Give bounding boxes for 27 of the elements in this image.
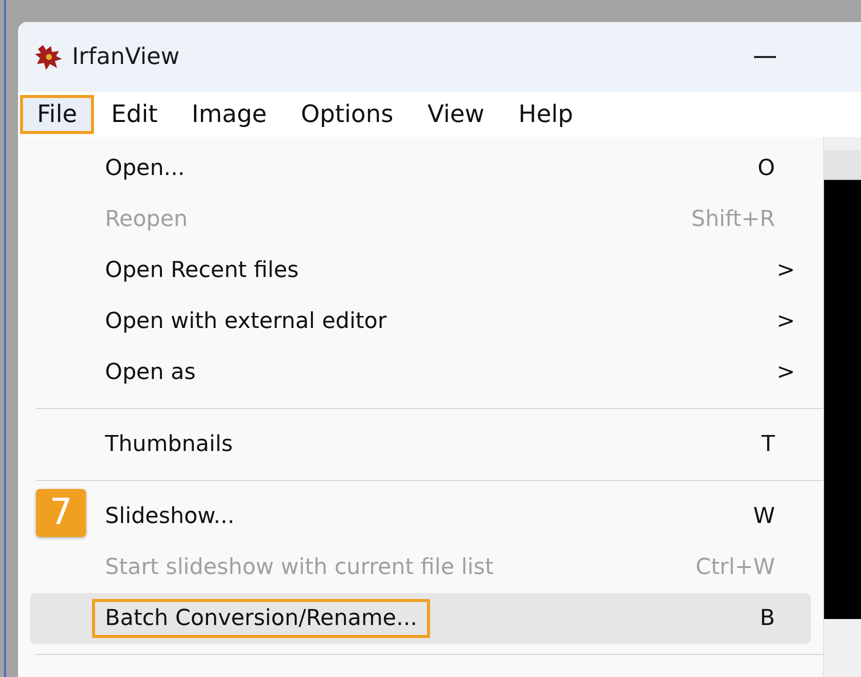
- submenu-arrow: >: [776, 257, 795, 285]
- menu-item[interactable]: View: [410, 95, 502, 134]
- shortcut-label: Ctrl+W: [696, 554, 775, 582]
- app-icon: [34, 43, 64, 71]
- menu-entry[interactable]: Open... O: [88, 143, 811, 194]
- menu-item[interactable]: File: [20, 95, 94, 134]
- shortcut-label: Shift+R: [691, 206, 775, 234]
- minimize-button[interactable]: [754, 56, 776, 58]
- menu-item[interactable]: Image: [174, 95, 284, 134]
- menu-entry[interactable]: Slideshow... W: [88, 491, 811, 542]
- shortcut-label: O: [758, 155, 775, 183]
- menu-item[interactable]: Edit: [94, 95, 175, 134]
- menu-item[interactable]: Options: [284, 95, 410, 134]
- submenu-arrow: >: [776, 308, 795, 336]
- highlight-frame: Batch Conversion/Rename...: [92, 599, 430, 638]
- shortcut-label: B: [760, 605, 775, 633]
- menu-entry[interactable]: Thumbnails T: [88, 419, 811, 470]
- menu-entry[interactable]: Open as >: [88, 347, 811, 398]
- menu-entry[interactable]: Open with external editor >: [88, 296, 811, 347]
- step-badge: 7: [36, 489, 86, 537]
- menu-entry[interactable]: Batch Conversion/Rename... B: [30, 593, 811, 644]
- window-title: IrfanView: [72, 42, 180, 72]
- menu-item[interactable]: Help: [501, 95, 590, 134]
- submenu-arrow: >: [776, 359, 795, 387]
- shortcut-label: T: [762, 431, 775, 459]
- menu-entry[interactable]: Open Recent files >: [88, 245, 811, 296]
- shortcut-label: W: [753, 503, 775, 531]
